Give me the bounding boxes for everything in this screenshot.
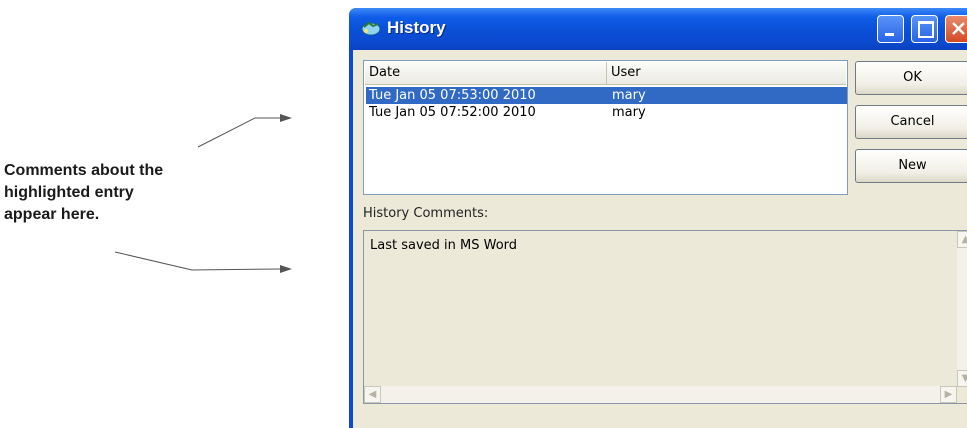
list-row[interactable]: Tue Jan 05 07:52:00 2010 mary	[366, 104, 847, 121]
vertical-scrollbar[interactable]: ▲ ▼	[957, 231, 967, 387]
row-user: mary	[612, 105, 646, 120]
list-row[interactable]: Tue Jan 05 07:53:00 2010 mary	[366, 87, 847, 104]
column-header-date[interactable]: Date	[365, 62, 607, 84]
history-comments-label: History Comments:	[363, 206, 489, 221]
scroll-right-button[interactable]: ▶	[940, 386, 957, 403]
new-button[interactable]: New	[855, 149, 967, 183]
chevron-up-icon: ▲	[961, 234, 967, 245]
history-list[interactable]: Date User Tue Jan 05 07:53:00 2010 mary …	[363, 60, 848, 195]
minimize-button[interactable]	[877, 15, 904, 43]
scroll-left-button[interactable]: ◀	[364, 386, 381, 403]
window-title: History	[387, 18, 446, 37]
horizontal-scrollbar[interactable]: ◀ ▶	[364, 386, 957, 403]
list-header: Date User	[365, 62, 846, 85]
scroll-up-button[interactable]: ▲	[957, 231, 967, 248]
history-window: History Date User Tue Jan 05 07:53:00 20…	[349, 8, 967, 428]
annotation-arrows	[114, 114, 292, 273]
row-user: mary	[612, 88, 646, 103]
ok-button[interactable]: OK	[855, 61, 967, 95]
chevron-down-icon: ▼	[961, 373, 967, 384]
history-comments-text: Last saved in MS Word	[370, 238, 518, 253]
row-date: Tue Jan 05 07:53:00 2010	[369, 88, 536, 103]
row-date: Tue Jan 05 07:52:00 2010	[369, 105, 536, 120]
title-bar[interactable]: History	[349, 8, 967, 50]
history-app-icon	[361, 21, 381, 36]
cancel-button[interactable]: Cancel	[855, 105, 967, 139]
arrow-to-list	[197, 114, 292, 148]
dialog-body: Date User Tue Jan 05 07:53:00 2010 mary …	[353, 50, 967, 428]
scroll-down-button[interactable]: ▼	[957, 370, 967, 387]
arrow-to-comments	[114, 251, 292, 273]
column-header-user[interactable]: User	[607, 62, 837, 84]
history-comments-box[interactable]: Last saved in MS Word ▲ ▼ ◀ ▶	[363, 230, 967, 404]
chevron-right-icon: ▶	[944, 389, 953, 400]
chevron-left-icon: ◀	[368, 389, 377, 400]
close-icon	[952, 22, 965, 35]
maximize-button[interactable]	[911, 15, 938, 43]
close-button[interactable]	[945, 15, 967, 43]
